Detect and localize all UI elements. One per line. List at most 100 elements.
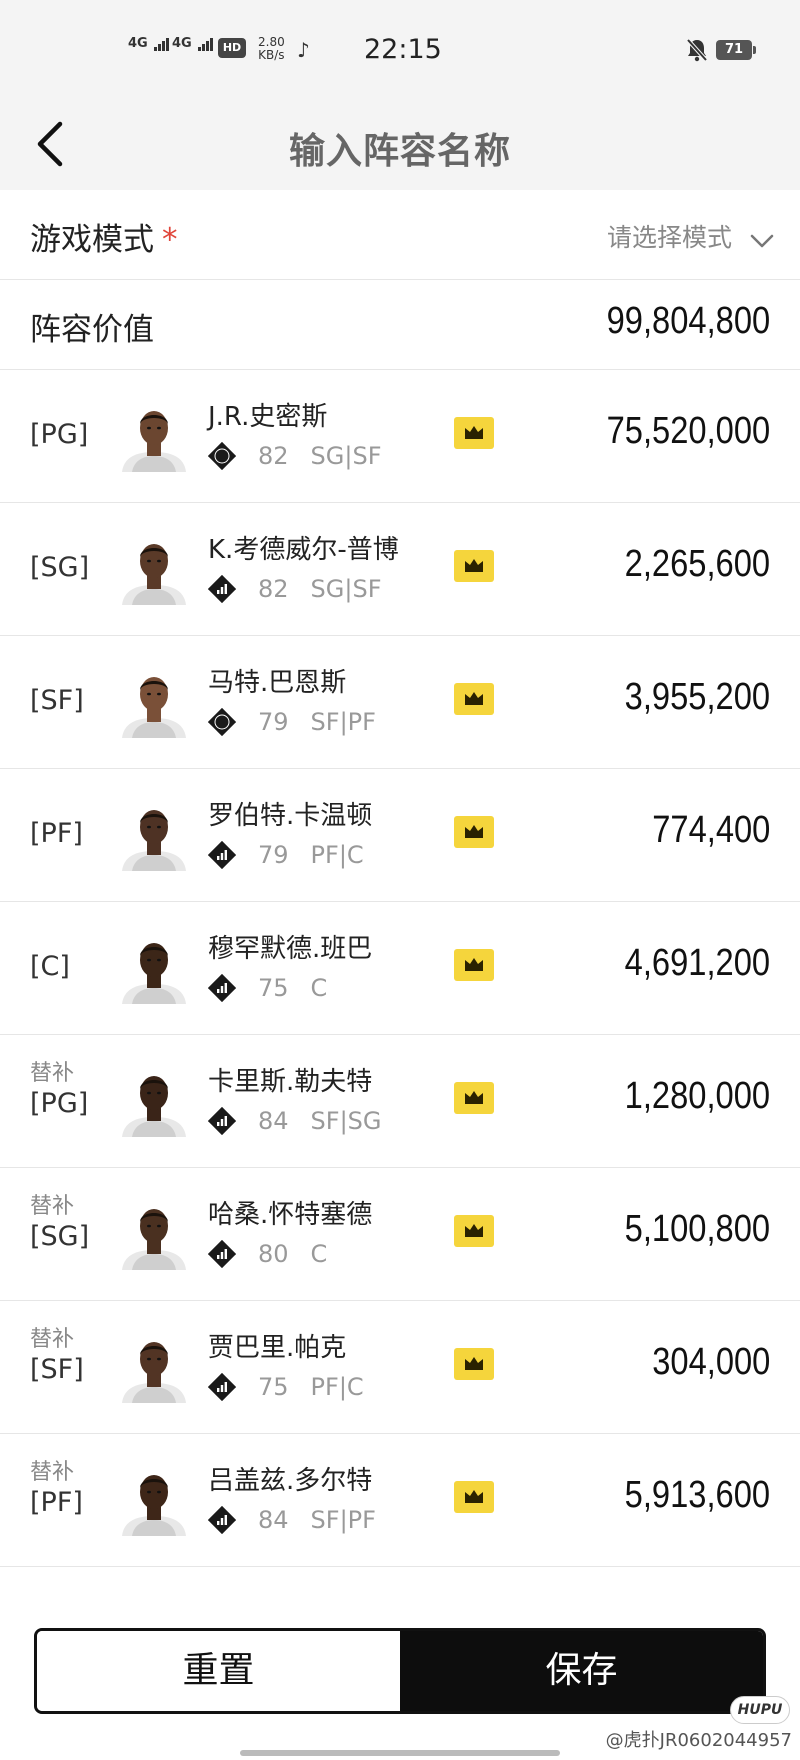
position-label: [C] <box>30 950 70 983</box>
player-positions: PF|C <box>310 841 364 869</box>
player-rating: 84 <box>258 1506 289 1534</box>
crown-icon[interactable] <box>454 816 494 848</box>
position-code: [SF] <box>30 1354 84 1385</box>
crown-icon[interactable] <box>454 1481 494 1513</box>
player-rating: 80 <box>258 1240 289 1268</box>
player-price: 774,400 <box>651 809 770 851</box>
crown-icon[interactable] <box>454 417 494 449</box>
crown-icon[interactable] <box>454 1215 494 1247</box>
player-meta: 82 SG|SF <box>208 440 382 472</box>
speed-unit: KB/s <box>258 48 285 62</box>
player-rating: 75 <box>258 1373 289 1401</box>
player-rating: 82 <box>258 575 289 603</box>
crown-icon[interactable] <box>454 949 494 981</box>
signal-label: 4G <box>128 36 148 51</box>
player-rating: 79 <box>258 841 289 869</box>
player-row[interactable]: [PG] J.R.史密斯 82 SG|SF 75,520,000 <box>0 370 800 503</box>
position-label: [PG] <box>30 418 88 451</box>
player-name: 贾巴里.帕克 <box>208 1333 347 1363</box>
player-meta: 79 SF|PF <box>208 706 376 738</box>
player-avatar[interactable] <box>118 1065 190 1137</box>
player-meta: 84 SF|PF <box>208 1504 376 1536</box>
position-label: 替补 [PF] <box>30 1460 83 1519</box>
season-badge-icon <box>208 708 236 736</box>
player-name: 卡里斯.勒夫特 <box>208 1067 373 1097</box>
position-label: 替补 [SG] <box>30 1194 89 1253</box>
player-price: 304,000 <box>651 1341 770 1383</box>
player-meta: 80 C <box>208 1238 327 1270</box>
bench-label: 替补 <box>30 1460 75 1485</box>
player-meta: 75 C <box>208 972 327 1004</box>
player-row[interactable]: [C] 穆罕默德.班巴 75 C 4,691,200 <box>0 902 800 1035</box>
player-row[interactable]: [SG] K.考德威尔-普博 82 SG|SF 2,265,600 <box>0 503 800 636</box>
signal-bars-icon <box>154 36 170 51</box>
crown-icon[interactable] <box>454 550 494 582</box>
save-button[interactable]: 保存 <box>400 1631 763 1711</box>
hd-badge: HD <box>218 38 246 58</box>
bell-muted-icon <box>686 38 708 67</box>
required-star: * <box>162 222 178 258</box>
player-price: 5,913,600 <box>624 1474 770 1516</box>
player-positions: SF|PF <box>310 1506 376 1534</box>
player-row[interactable]: [PF] 罗伯特.卡温顿 79 PF|C 774,400 <box>0 769 800 902</box>
player-row[interactable]: 替补 [PF] 吕盖兹.多尔特 84 SF|PF 5,913,600 <box>0 1434 800 1567</box>
level-bars-icon <box>208 575 236 603</box>
player-name: J.R.史密斯 <box>208 402 328 432</box>
player-row[interactable]: [SF] 马特.巴恩斯 79 SF|PF 3,955,200 <box>0 636 800 769</box>
level-bars-icon <box>208 974 236 1002</box>
player-meta: 79 PF|C <box>208 839 364 871</box>
player-avatar[interactable] <box>118 1331 190 1403</box>
player-avatar[interactable] <box>118 666 190 738</box>
player-positions: SF|PF <box>310 708 376 736</box>
position-code: [PF] <box>30 818 83 849</box>
bench-label: 替补 <box>30 1194 75 1219</box>
player-name: 吕盖兹.多尔特 <box>208 1466 373 1496</box>
player-avatar[interactable] <box>118 533 190 605</box>
game-mode-text: 游戏模式 <box>30 222 154 258</box>
network-speed: 2.80 KB/s <box>258 36 285 62</box>
player-name: 哈桑.怀特塞德 <box>208 1200 373 1230</box>
player-name: 穆罕默德.班巴 <box>208 934 373 964</box>
player-positions: C <box>310 1240 328 1268</box>
signal-label: 4G <box>172 36 192 51</box>
bench-label: 替补 <box>30 1327 75 1352</box>
position-code: [PF] <box>30 1487 83 1518</box>
player-name: K.考德威尔-普博 <box>208 535 399 565</box>
player-price: 3,955,200 <box>624 676 770 718</box>
player-row[interactable]: 替补 [SF] 贾巴里.帕克 75 PF|C 304,000 <box>0 1301 800 1434</box>
mode-select-dropdown[interactable]: 请选择模式 <box>607 218 774 254</box>
player-positions: SG|SF <box>310 442 382 470</box>
player-rating: 75 <box>258 974 289 1002</box>
player-positions: SG|SF <box>310 575 382 603</box>
player-positions: PF|C <box>310 1373 364 1401</box>
player-avatar[interactable] <box>118 799 190 871</box>
player-avatar[interactable] <box>118 932 190 1004</box>
position-code: [SF] <box>30 685 84 716</box>
player-price: 1,280,000 <box>624 1075 770 1117</box>
level-bars-icon <box>208 1373 236 1401</box>
player-price: 2,265,600 <box>624 543 770 585</box>
signal-4g-2: 4G <box>172 36 214 51</box>
home-indicator <box>240 1750 560 1756</box>
position-code: [SG] <box>30 552 90 583</box>
crown-icon[interactable] <box>454 683 494 715</box>
player-avatar[interactable] <box>118 1198 190 1270</box>
clock: 22:15 <box>364 34 442 65</box>
mode-select-placeholder: 请选择模式 <box>607 223 733 252</box>
player-name: 马特.巴恩斯 <box>208 668 347 698</box>
player-avatar[interactable] <box>118 400 190 472</box>
position-code: [C] <box>30 951 70 982</box>
battery-indicator: 71 <box>716 40 756 60</box>
player-row[interactable]: 替补 [PG] 卡里斯.勒夫特 84 SF|SG 1,280,000 <box>0 1035 800 1168</box>
game-mode-row: 游戏模式 * 请选择模式 <box>0 190 800 280</box>
position-code: [SG] <box>30 1221 90 1252</box>
crown-icon[interactable] <box>454 1348 494 1380</box>
level-bars-icon <box>208 1240 236 1268</box>
reset-button[interactable]: 重置 <box>37 1631 400 1711</box>
player-row[interactable]: 替补 [SG] 哈桑.怀特塞德 80 C 5,100,800 <box>0 1168 800 1301</box>
lineup-name-title[interactable]: 输入阵容名称 <box>0 122 800 174</box>
crown-icon[interactable] <box>454 1082 494 1114</box>
signal-bars-icon <box>198 36 214 51</box>
position-label: [PF] <box>30 817 83 850</box>
player-avatar[interactable] <box>118 1464 190 1536</box>
